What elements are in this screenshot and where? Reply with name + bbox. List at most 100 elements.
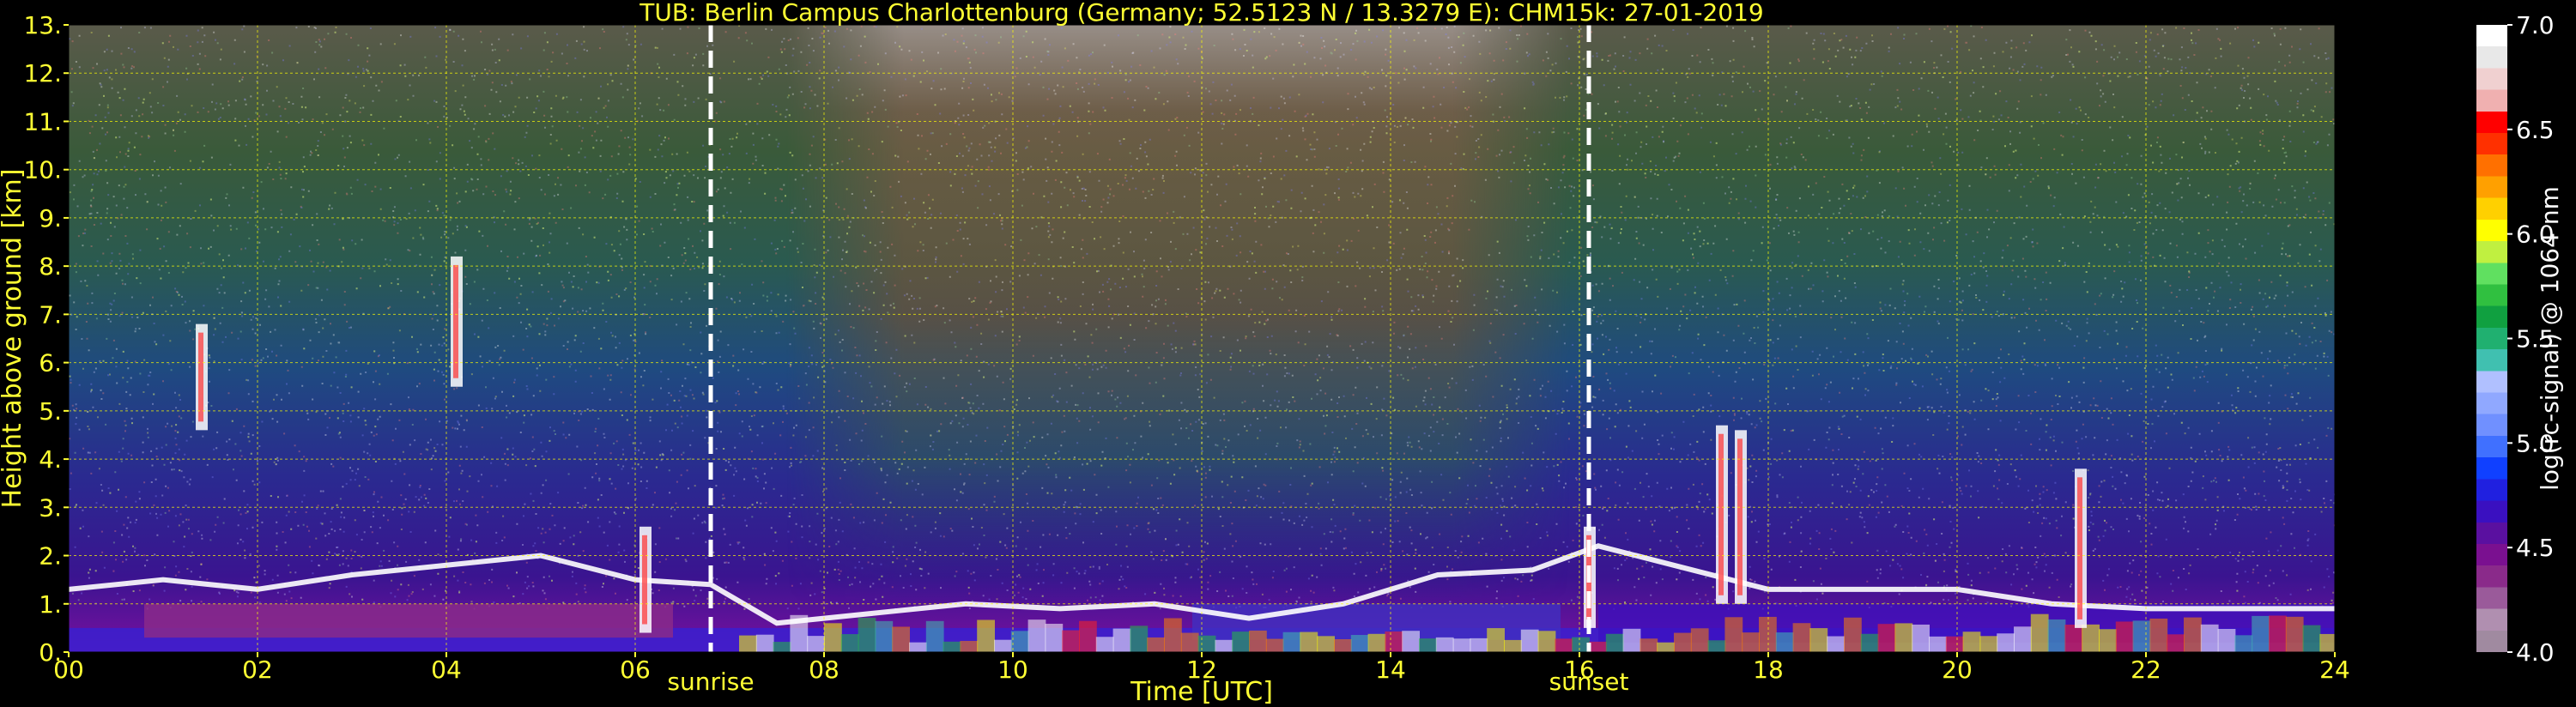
- aerosol-band: [1300, 631, 1318, 652]
- plot-area: [69, 25, 2335, 652]
- aerosol-band: [2184, 617, 2202, 652]
- aerosol-band: [1147, 637, 1165, 652]
- aerosol-band: [1792, 623, 1811, 652]
- aerosol-band: [2064, 625, 2083, 652]
- x-tick-label: 10: [997, 656, 1028, 684]
- aerosol-band: [909, 642, 927, 652]
- x-tick-label: 14: [1375, 656, 1406, 684]
- aerosol-band: [1894, 623, 1913, 652]
- aerosol-band: [1827, 636, 1845, 652]
- aerosol-band: [1010, 631, 1029, 652]
- aerosol-band: [1945, 636, 1964, 652]
- aerosol-band: [2285, 616, 2304, 652]
- aerosol-band: [2099, 629, 2117, 652]
- aerosol-band: [1775, 632, 1794, 652]
- colorbar-tick-label: 4.5: [2516, 534, 2555, 562]
- aerosol-band: [1979, 636, 1998, 652]
- aerosol-band: [1759, 616, 1777, 652]
- aerosol-band: [1877, 624, 1896, 652]
- aerosol-band: [824, 623, 842, 652]
- y-tick-label: 13.: [23, 11, 62, 39]
- aerosol-band: [1997, 633, 2015, 652]
- aerosol-band: [1180, 632, 1199, 652]
- cloud-plume: [1718, 433, 1724, 595]
- cloud-plume: [642, 535, 647, 625]
- y-tick-label: 8.: [39, 252, 62, 281]
- aerosol-band: [1367, 633, 1386, 652]
- x-tick-label: 24: [2319, 656, 2350, 684]
- aerosol-band: [1742, 632, 1760, 652]
- x-tick-label: 18: [1753, 656, 1784, 684]
- aerosol-band: [943, 641, 961, 652]
- aerosol-band: [858, 618, 876, 652]
- aerosol-band: [1487, 628, 1505, 652]
- aerosol-band: [1112, 628, 1131, 652]
- aerosol-band: [1707, 640, 1726, 652]
- lidar-ceilometer-chart: sunrise sunset 00 02 04 06 08 10 12 14 16 18 20 22 24…: [0, 0, 2564, 707]
- aerosol-band: [2030, 613, 2049, 652]
- aerosol-band: [2132, 620, 2151, 652]
- aerosol-band: [2082, 624, 2100, 652]
- y-tick-label: 2.: [39, 542, 62, 571]
- x-tick-label: 20: [1942, 656, 1973, 684]
- x-tick-label: 02: [242, 656, 273, 684]
- x-tick-label: 04: [431, 656, 462, 684]
- aerosol-band: [1724, 617, 1743, 652]
- x-tick-label: 06: [620, 656, 651, 684]
- aerosol-band: [892, 626, 910, 652]
- aerosol-band: [1520, 629, 1539, 652]
- y-tick-label: 9.: [39, 204, 62, 233]
- y-tick-label: 3.: [39, 493, 62, 522]
- aerosol-band: [1317, 636, 1335, 652]
- aerosol-band: [2014, 626, 2032, 652]
- aerosol-band: [1452, 638, 1471, 652]
- aerosol-band: [2167, 634, 2185, 652]
- x-tick-label: 08: [809, 656, 839, 684]
- aerosol-band: [977, 619, 995, 652]
- aerosol-band: [2302, 625, 2321, 652]
- aerosol-band: [2269, 615, 2287, 652]
- aerosol-band: [2217, 628, 2236, 652]
- aerosol-band: [807, 636, 825, 652]
- aerosol-band: [1095, 637, 1114, 652]
- aerosol-band: [2234, 635, 2253, 652]
- aerosol-band: [960, 640, 979, 652]
- aerosol-band: [1860, 633, 1879, 652]
- aerosol-band: [2047, 619, 2066, 652]
- aerosol-band: [773, 642, 791, 652]
- aerosol-band: [1640, 638, 1658, 652]
- aerosol-band: [1350, 635, 1369, 652]
- y-tick-label: 1.: [39, 590, 62, 619]
- y-tick-label: 12.: [23, 59, 62, 88]
- colorbar-scale: [2476, 25, 2507, 652]
- aerosol-band: [1282, 631, 1301, 652]
- aerosol-band: [875, 620, 894, 652]
- y-tick-label: 5.: [39, 397, 62, 426]
- aerosol-band: [2200, 624, 2219, 652]
- aerosol-band: [1657, 642, 1675, 652]
- colorbar: 4.04.55.05.56.06.57.0 log(rc-signal) @ 1…: [2476, 11, 2564, 667]
- y-tick-label: 10.: [23, 156, 62, 184]
- aerosol-band: [1164, 618, 1182, 652]
- aerosol-band: [1962, 631, 1981, 652]
- aerosol-band: [925, 620, 944, 652]
- colorbar-tick-label: 6.5: [2516, 116, 2555, 144]
- aerosol-band: [739, 635, 757, 652]
- aerosol-band: [994, 639, 1012, 652]
- aerosol-band: [1419, 638, 1437, 652]
- colorbar-label: log(rc-signal) @ 1064 nm: [2536, 186, 2564, 491]
- aerosol-band: [1265, 638, 1284, 652]
- aerosol-band: [1232, 631, 1250, 652]
- aerosol-band: [1215, 639, 1233, 652]
- sun-marker-label: sunrise: [667, 668, 754, 696]
- cloud-plume: [198, 332, 203, 422]
- colorbar-tick-label: 7.0: [2516, 11, 2555, 39]
- aerosol-band: [1385, 631, 1403, 652]
- x-tick-label: 16: [1564, 656, 1595, 684]
- aerosol-band: [1504, 639, 1522, 652]
- aerosol-band: [1470, 638, 1488, 652]
- aerosol-band: [1690, 628, 1709, 652]
- x-axis-label: Time [UTC]: [1130, 677, 1273, 707]
- aerosol-band: [2149, 618, 2168, 652]
- aerosol-band: [2252, 615, 2270, 652]
